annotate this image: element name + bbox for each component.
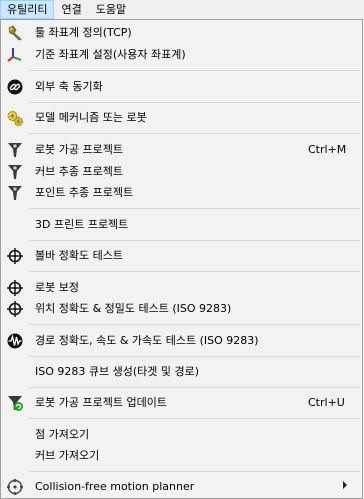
separator (29, 208, 360, 209)
menu-connect[interactable]: 연결 (54, 0, 88, 19)
menu-item-label: 점 가져오기 (35, 428, 90, 441)
separator (29, 356, 360, 357)
menu-item-reference-frame[interactable]: 기준 좌표계 설정(사용자 좌표계) (1, 44, 362, 66)
machining-funnel-icon (6, 163, 24, 181)
menu-item-update-machining[interactable]: 로봇 가공 프로젝트 업데이트 Ctrl+U (1, 392, 362, 414)
menu-item-label: 3D 프린트 프로젝트 (35, 218, 129, 231)
menu-item-3d-print-project[interactable]: 3D 프린트 프로젝트 (1, 214, 362, 236)
menubar: 유틸리티 연결 도움말 (0, 0, 364, 19)
menu-item-curve-follow-project[interactable]: 커브 추종 프로젝트 (1, 161, 362, 183)
motion-planner-icon (6, 478, 24, 496)
menu-item-position-accuracy-test[interactable]: 위치 정확도 & 정밀도 테스트 (ISO 9283) (1, 298, 362, 320)
menu-item-label: 커브 추종 프로젝트 (35, 165, 123, 178)
menu-item-label: 기준 좌표계 설정(사용자 좌표계) (35, 48, 186, 61)
reference-frame-icon (6, 46, 24, 64)
menu-item-label: 경로 정확도, 속도 & 가속도 테스트 (ISO 9283) (35, 334, 259, 347)
menu-item-label: ISO 9283 큐브 생성(타겟 및 경로) (35, 365, 200, 378)
menu-item-import-curve[interactable]: 커브 가져오기 (1, 445, 362, 467)
menu-item-point-follow-project[interactable]: 포인트 추종 프로젝트 (1, 182, 362, 204)
menu-item-import-points[interactable]: 점 가져오기 (1, 424, 362, 446)
separator (29, 471, 360, 472)
separator (29, 418, 360, 419)
separator (29, 102, 360, 103)
crosshair-icon (6, 300, 24, 318)
utility-dropdown: 툴 좌표계 정의(TCP) 기준 좌표계 설정(사용자 좌표계) 외부 축 동기… (0, 19, 363, 499)
menu-item-label: 포인트 추종 프로젝트 (35, 186, 134, 199)
menu-item-label: 볼바 정확도 테스트 (35, 249, 123, 262)
machining-funnel-icon (6, 141, 24, 159)
menu-item-label: 로봇 가공 프로젝트 (35, 143, 123, 156)
menu-item-model-mechanism[interactable]: 모델 메커니즘 또는 로봇 (1, 107, 362, 129)
shortcut-label: Ctrl+U (308, 396, 345, 409)
separator (29, 70, 360, 71)
menu-item-label: 외부 축 동기화 (35, 80, 103, 93)
tool-icon (6, 24, 24, 42)
submenu-arrow-icon (343, 481, 347, 489)
separator (29, 240, 360, 241)
waveform-icon (6, 332, 24, 350)
menu-item-collision-free-planner[interactable]: Collision-free motion planner (1, 476, 362, 498)
menu-item-label: 커브 가져오기 (35, 449, 100, 462)
menu-help[interactable]: 도움말 (89, 0, 133, 19)
menu-item-label: 위치 정확도 & 정밀도 테스트 (ISO 9283) (35, 302, 232, 315)
menu-item-machining-project[interactable]: 로봇 가공 프로젝트 Ctrl+M (1, 139, 362, 161)
separator (29, 271, 360, 272)
menu-item-robot-calibration[interactable]: 로봇 보정 (1, 277, 362, 299)
menu-item-label: 로봇 보정 (35, 281, 79, 294)
crosshair-icon (6, 279, 24, 297)
menu-item-sync-external-axes[interactable]: 외부 축 동기화 (1, 76, 362, 98)
separator (29, 324, 360, 325)
separator (29, 133, 360, 134)
machining-funnel-icon (6, 184, 24, 202)
menu-utility[interactable]: 유틸리티 (0, 0, 55, 19)
menu-item-label: Collision-free motion planner (35, 480, 195, 493)
update-machining-icon (6, 394, 24, 412)
menu-item-ballbar-test[interactable]: 볼바 정확도 테스트 (1, 245, 362, 267)
menu-item-label: 로봇 가공 프로젝트 업데이트 (35, 396, 167, 409)
sync-axes-icon (6, 78, 24, 96)
separator (29, 387, 360, 388)
mechanism-gears-icon (6, 109, 24, 127)
menu-item-tool-frame[interactable]: 툴 좌표계 정의(TCP) (1, 22, 362, 44)
menu-item-iso-cube[interactable]: ISO 9283 큐브 생성(타겟 및 경로) (1, 361, 362, 383)
crosshair-icon (6, 247, 24, 265)
menu-item-path-accuracy-test[interactable]: 경로 정확도, 속도 & 가속도 테스트 (ISO 9283) (1, 330, 362, 352)
shortcut-label: Ctrl+M (308, 143, 347, 156)
menu-item-label: 툴 좌표계 정의(TCP) (35, 26, 132, 39)
menu-item-label: 모델 메커니즘 또는 로봇 (35, 111, 147, 124)
